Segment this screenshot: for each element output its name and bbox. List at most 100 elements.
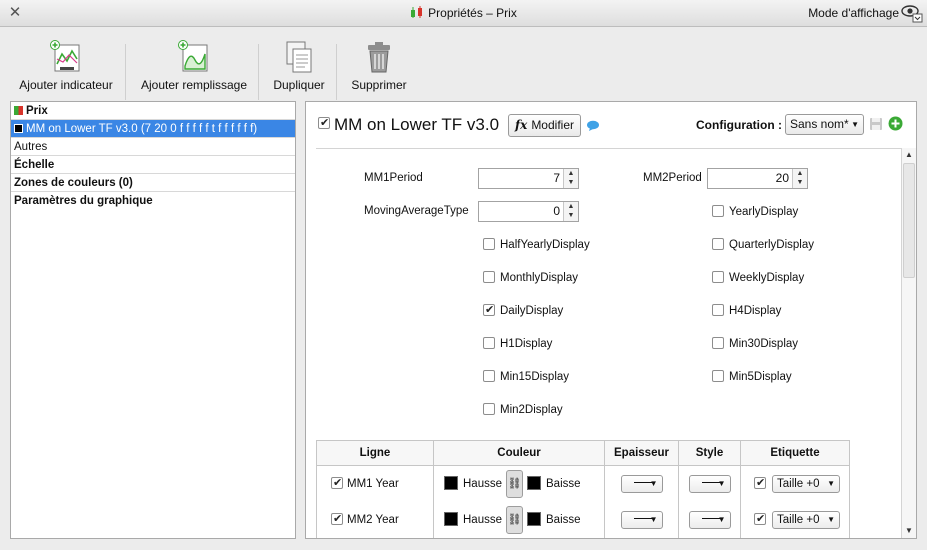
label-enabled-checkbox[interactable] — [754, 476, 766, 489]
scrollbar-thumb[interactable] — [903, 163, 915, 278]
halfyearly-display-checkbox[interactable]: HalfYearlyDisplay — [483, 238, 590, 251]
line-name-cell[interactable]: MM2 Year — [316, 501, 434, 538]
h4-display-checkbox[interactable]: H4Display — [712, 304, 781, 317]
down-color-swatch[interactable] — [527, 511, 541, 526]
label-size-select[interactable]: Taille +0 ▼ — [772, 510, 840, 529]
yearly-display-checkbox[interactable]: YearlyDisplay — [712, 205, 798, 218]
thickness-select[interactable]: ▼ — [620, 474, 663, 493]
col-header-epaisseur: Epaisseur — [604, 440, 679, 466]
line-style-cell: ▼ — [678, 465, 741, 502]
chevron-down-icon: ▼ — [717, 514, 726, 524]
spinner-arrows-icon[interactable]: ▲ ▼ — [792, 169, 807, 188]
spinner-arrows-icon[interactable]: ▲ ▼ — [563, 202, 578, 221]
display-mode-label[interactable]: Mode d'affichage — [808, 6, 899, 20]
min2-display-checkbox[interactable]: Min2Display — [483, 403, 563, 416]
add-fill-button[interactable]: Ajouter remplissage — [139, 40, 249, 92]
header-divider — [316, 148, 901, 149]
quarterly-display-checkbox[interactable]: QuarterlyDisplay — [712, 238, 814, 251]
modify-button[interactable]: fx Modifier — [508, 114, 581, 137]
chevron-down-icon: ▼ — [717, 478, 726, 488]
line-style-cell: ▼ — [678, 501, 741, 538]
line-enabled-checkbox[interactable] — [331, 512, 343, 525]
chevron-down-icon: ▼ — [851, 120, 859, 129]
save-icon[interactable] — [869, 117, 883, 134]
vertical-scrollbar[interactable]: ▲ ▼ — [901, 148, 916, 538]
price-swatch-icon — [14, 106, 23, 115]
indicator-swatch-icon — [14, 124, 23, 133]
toolbar: Ajouter indicateur Ajouter remplissage D… — [0, 28, 927, 100]
toolbar-separator — [258, 44, 259, 100]
indicator-enabled-checkbox[interactable] — [318, 116, 330, 129]
delete-button[interactable]: Supprimer — [349, 40, 409, 92]
table-row: MM1 Year Hausse⛓Baisse ▼ ▼ Taille +0▼ — [316, 465, 850, 502]
col-header-style: Style — [678, 440, 741, 466]
spinner-arrows-icon[interactable]: ▲ ▼ — [563, 169, 578, 188]
scroll-up-icon[interactable]: ▲ — [902, 148, 916, 162]
properties-panel: MM on Lower TF v3.0 fxModifier Configura… — [305, 101, 917, 539]
candlestick-icon — [410, 6, 424, 22]
label-enabled-checkbox[interactable] — [754, 512, 766, 525]
min30-display-checkbox[interactable]: Min30Display — [712, 337, 798, 350]
scroll-down-icon[interactable]: ▼ — [902, 524, 916, 538]
window-title-wrap: Propriétés – Prix — [0, 6, 927, 22]
toolbar-separator — [336, 44, 337, 100]
comment-bubble-icon[interactable] — [586, 120, 600, 135]
indicator-header: MM on Lower TF v3.0 fxModifier Configura… — [306, 102, 916, 148]
line-enabled-checkbox[interactable] — [331, 476, 343, 490]
link-colors-icon[interactable]: ⛓ — [506, 505, 523, 534]
tree-item-autres[interactable]: Autres — [11, 138, 295, 156]
up-color-swatch[interactable] — [444, 511, 458, 526]
col-header-couleur: Couleur — [433, 440, 605, 466]
trash-icon — [349, 40, 409, 74]
tree-item-prix[interactable]: Prix — [11, 102, 295, 120]
tree-item-indicator[interactable]: MM on Lower TF v3.0 (7 20 0 f f f f f t … — [11, 120, 295, 138]
up-color-swatch[interactable] — [444, 475, 458, 490]
tree-item-chart-params[interactable]: Paramètres du graphique — [11, 192, 295, 210]
label-size-select[interactable]: Taille +0 ▼ — [772, 474, 840, 493]
mm2-period-label: MM2Period — [643, 172, 702, 184]
chevron-down-icon: ▼ — [649, 514, 658, 524]
title-bar: ✕ Propriétés – Prix Mode d'affichage — [0, 0, 927, 27]
table-row: MM2 Year Hausse⛓Baisse ▼ ▼ Taille +0▼ — [316, 501, 850, 538]
link-colors-icon[interactable]: ⛓ — [506, 469, 523, 498]
down-color-swatch[interactable] — [527, 475, 541, 490]
tree-item-echelle[interactable]: Échelle — [11, 156, 295, 174]
configuration-label: Configuration : — [696, 118, 782, 132]
fx-icon: fx — [514, 118, 528, 132]
h1-display-checkbox[interactable]: H1Display — [483, 337, 552, 350]
configuration-select[interactable]: Sans nom* ▼ — [785, 114, 864, 135]
eye-icon[interactable] — [901, 3, 923, 26]
duplicate-button[interactable]: Dupliquer — [270, 40, 328, 92]
thickness-select[interactable]: ▼ — [620, 510, 663, 529]
line-label-cell: Taille +0▼ — [740, 465, 850, 502]
duplicate-icon — [270, 40, 328, 74]
add-indicator-button[interactable]: Ajouter indicateur — [17, 40, 115, 92]
line-name-cell[interactable]: MM1 Year — [316, 465, 434, 502]
col-header-ligne: Ligne — [316, 440, 434, 466]
style-select[interactable]: ▼ — [688, 510, 731, 529]
moving-average-type-spinner[interactable]: 0 ▲ ▼ — [478, 201, 579, 222]
moving-average-type-label: MovingAverageType — [364, 205, 469, 217]
col-header-etiquette: Etiquette — [740, 440, 850, 466]
add-indicator-icon — [17, 40, 115, 74]
line-color-cell: Hausse ⛓ Baisse — [433, 465, 605, 502]
line-thickness-cell: ▼ — [604, 501, 679, 538]
mm1-period-label: MM1Period — [364, 172, 423, 184]
monthly-display-checkbox[interactable]: MonthlyDisplay — [483, 271, 578, 284]
daily-display-checkbox[interactable]: DailyDisplay — [483, 303, 563, 317]
tree-item-color-zones[interactable]: Zones de couleurs (0) — [11, 174, 295, 192]
line-color-cell: Hausse ⛓ Baisse — [433, 501, 605, 538]
style-select[interactable]: ▼ — [688, 474, 731, 493]
min5-display-checkbox[interactable]: Min5Display — [712, 370, 792, 383]
window-title: Propriétés – Prix — [428, 6, 517, 20]
mm1-period-spinner[interactable]: 7 ▲ ▼ — [478, 168, 579, 189]
line-label-cell: Taille +0▼ — [740, 501, 850, 538]
indicator-title: MM on Lower TF v3.0 — [318, 115, 499, 135]
toolbar-separator — [125, 44, 126, 100]
mm2-period-spinner[interactable]: 20 ▲ ▼ — [707, 168, 808, 189]
object-tree: Prix MM on Lower TF v3.0 (7 20 0 f f f f… — [10, 101, 296, 539]
add-config-icon[interactable] — [888, 116, 903, 134]
chevron-down-icon: ▼ — [827, 478, 835, 488]
min15-display-checkbox[interactable]: Min15Display — [483, 370, 569, 383]
weekly-display-checkbox[interactable]: WeeklyDisplay — [712, 271, 804, 284]
